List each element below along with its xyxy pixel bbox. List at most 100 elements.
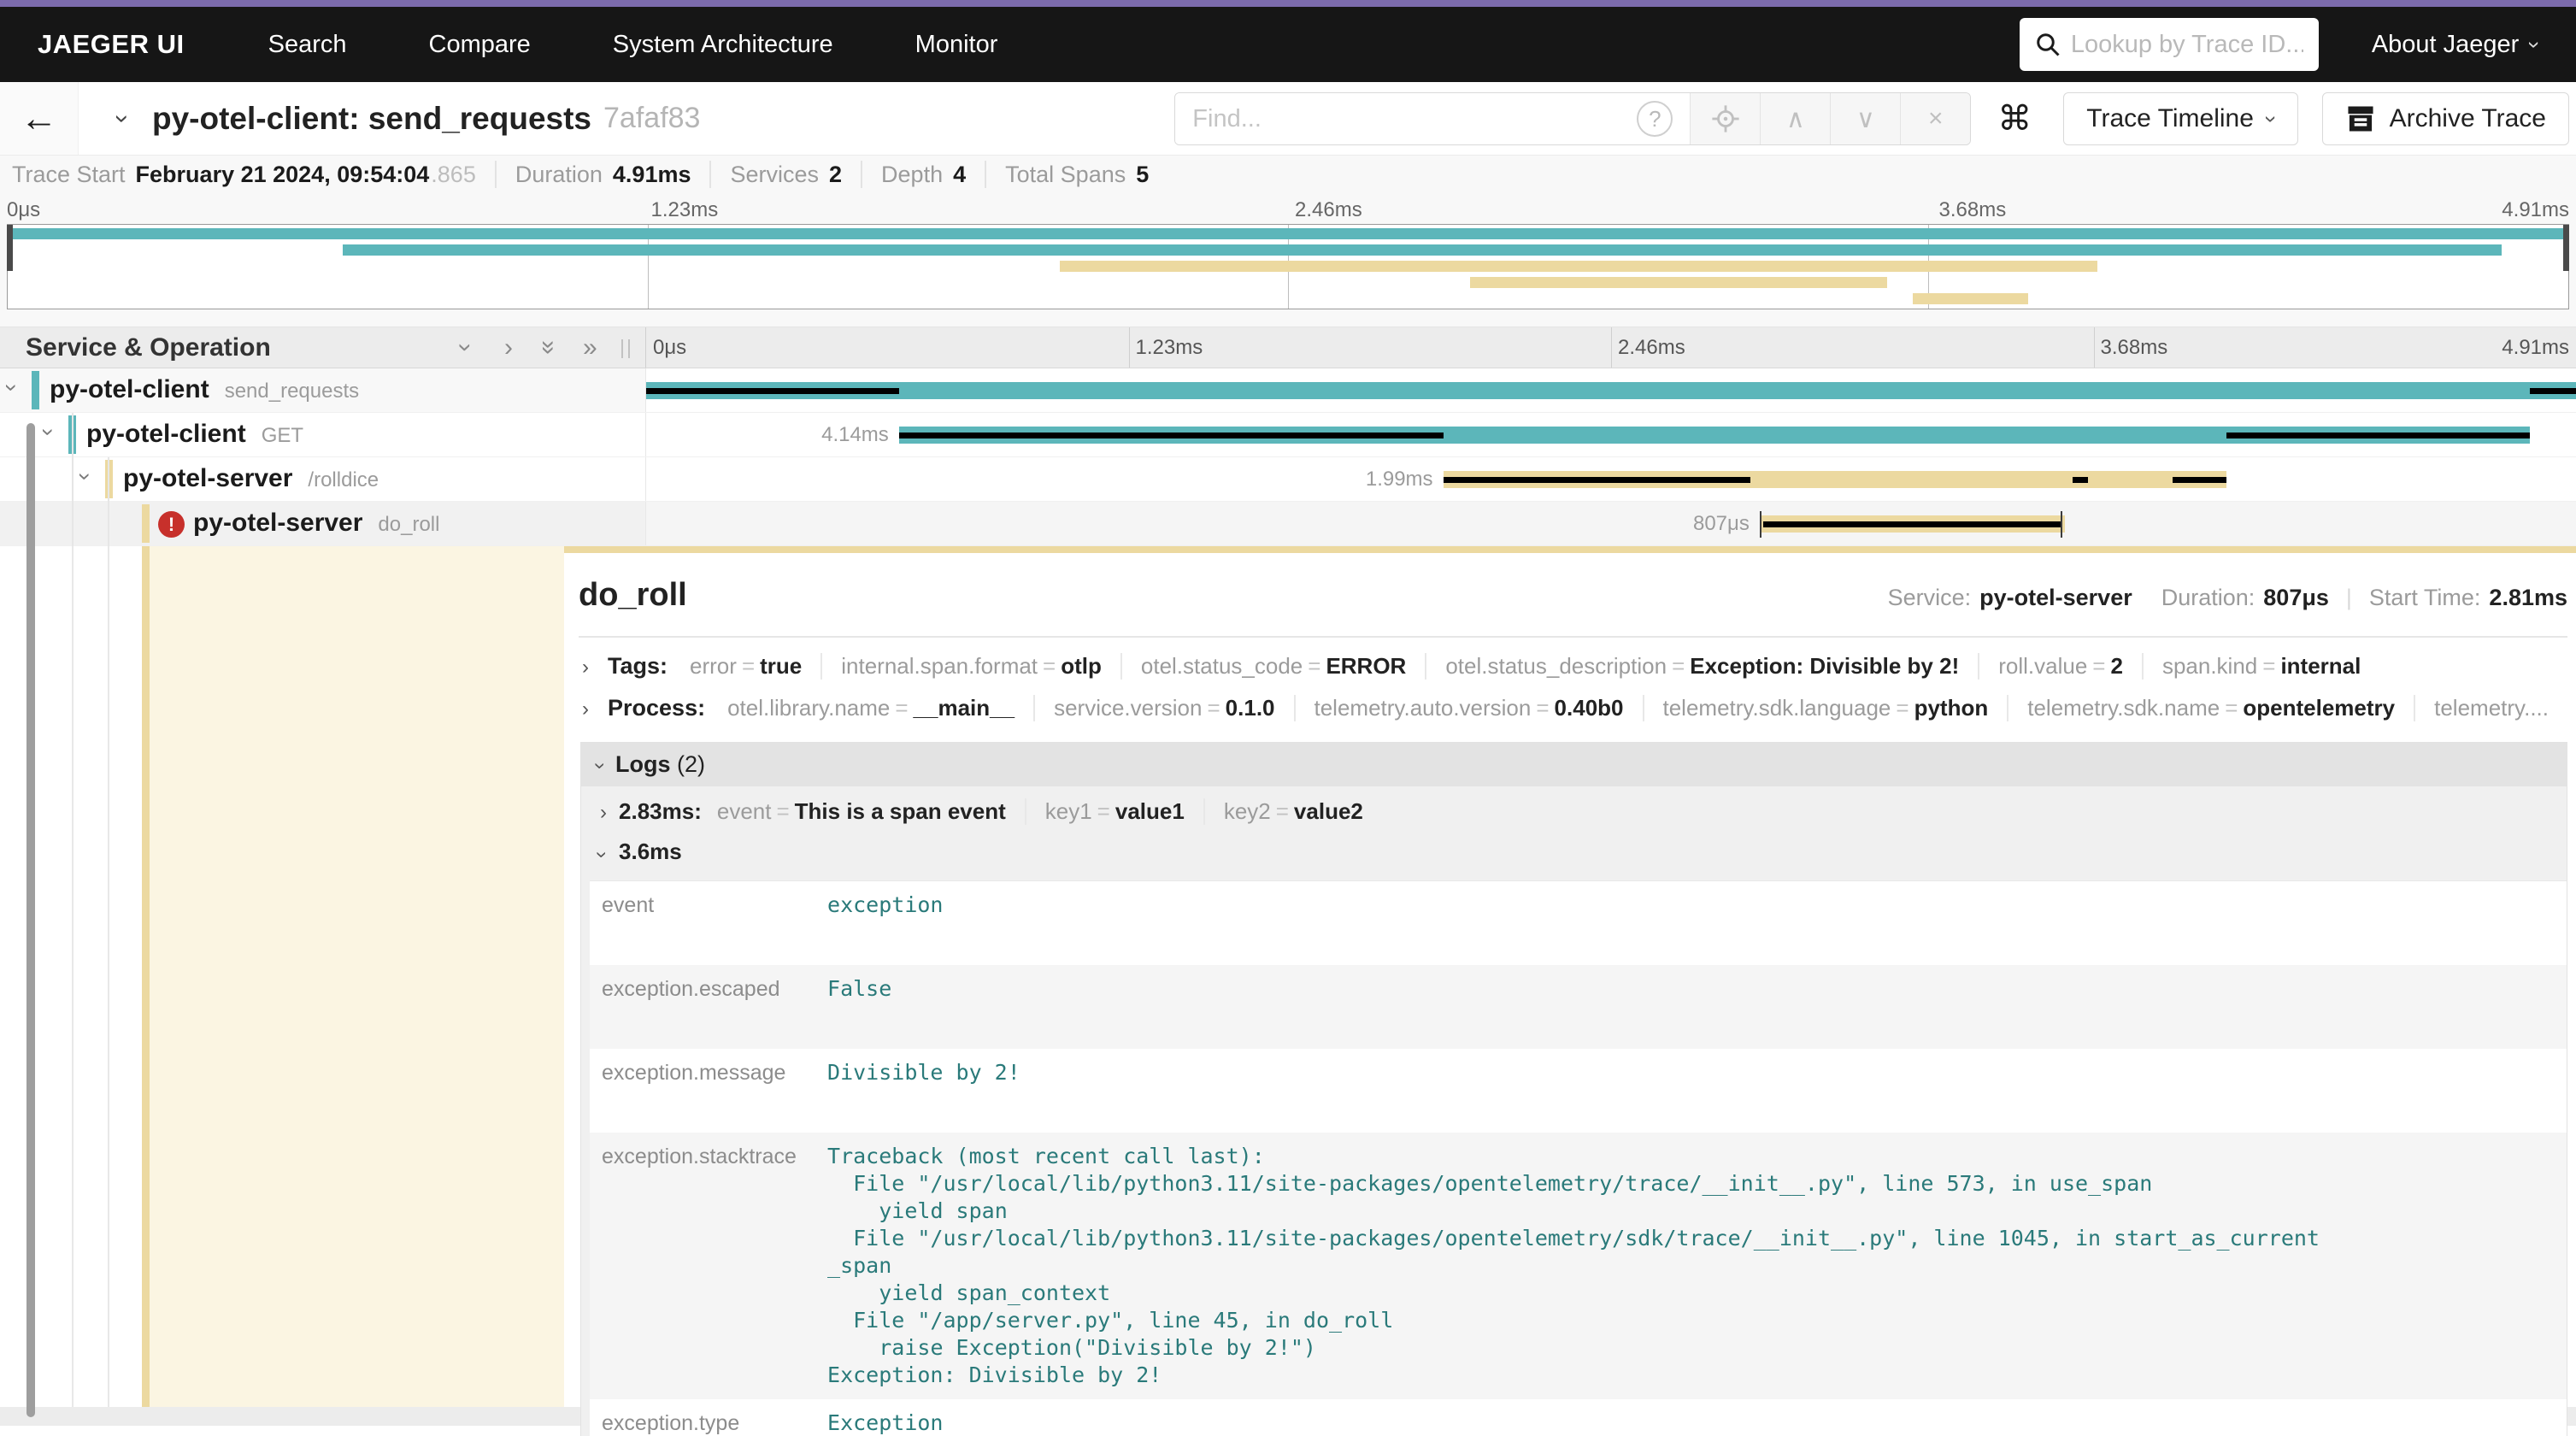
operation-name: /rolldice (308, 468, 379, 491)
process-item[interactable]: telemetry.auto.version=0.40b0 (1296, 695, 1644, 721)
chevron-down-icon[interactable]: › (0, 384, 25, 391)
tick-label: 1.23ms (1136, 336, 1203, 360)
equals-sign: = (1202, 695, 1225, 721)
find-next-button[interactable]: ∨ (1830, 93, 1900, 144)
log-marker[interactable] (2061, 511, 2062, 538)
process-key: otel.library.name (727, 695, 890, 721)
log-table-row[interactable]: exception.stacktraceTraceback (most rece… (590, 1133, 2567, 1399)
find-help-button[interactable]: ? (1620, 93, 1690, 144)
process-item[interactable]: telemetry.sdk.name=opentelemetry (2008, 695, 2415, 721)
tree-guide-line (108, 546, 109, 1407)
app-logo[interactable]: JAEGER UI (38, 29, 185, 60)
tag-item[interactable]: otel.status_description=Exception: Divis… (1426, 653, 1979, 680)
span-name-cell[interactable]: !py-otel-serverdo_roll (0, 502, 646, 545)
chevron-up-icon: ∧ (1786, 104, 1805, 134)
timeline-tick-header: 0μs1.23ms2.46ms3.68ms4.91ms (646, 327, 2576, 368)
collapse-trace-chevron-icon[interactable]: › (108, 115, 137, 123)
process-list: otel.library.name=__main__service.versio… (727, 695, 2567, 721)
critical-path-segment (2073, 477, 2088, 483)
tag-item[interactable]: otel.status_code=ERROR (1122, 653, 1426, 680)
divider (579, 636, 2567, 638)
tag-item[interactable]: span.kind=internal (2144, 653, 2379, 680)
find-prev-button[interactable]: ∧ (1760, 93, 1830, 144)
log-field-key: key2 (1224, 798, 1271, 824)
keyboard-shortcuts-button[interactable]: ⌘ (1990, 92, 2039, 145)
trace-lookup-input[interactable] (2071, 31, 2303, 59)
span-row-do_roll[interactable]: !py-otel-serverdo_roll807μs (0, 502, 2576, 546)
tag-key: internal.span.format (841, 653, 1038, 679)
log-field-item[interactable]: event=This is a span event (717, 798, 1026, 825)
log-table-row[interactable]: exception.messageDivisible by 2! (590, 1049, 2567, 1133)
nav-item-compare[interactable]: Compare (429, 31, 531, 59)
span-detail-header: do_roll Service:py-otel-server Duration:… (579, 577, 2567, 614)
logs-accordion: ›Logs (2) › 2.83ms: event=This is a span… (580, 742, 2567, 1436)
log-entry-collapsed[interactable]: › 2.83ms: event=This is a span eventkey1… (581, 786, 2567, 835)
tag-item[interactable]: internal.span.format=otlp (822, 653, 1122, 680)
log-table-row[interactable]: exception.typeException (590, 1399, 2567, 1436)
process-accordion[interactable]: › Process: otel.library.name=__main__ser… (579, 695, 2567, 721)
span-bar-cell[interactable]: 1.99ms (646, 457, 2576, 501)
process-value: __main__ (914, 695, 1015, 721)
log-field-item[interactable]: key2=value2 (1205, 798, 1382, 825)
process-item[interactable]: otel.library.name=__main__ (727, 695, 1035, 721)
span-name-cell[interactable]: ›py-otel-clientsend_requests (0, 368, 646, 412)
nav-item-system-architecture[interactable]: System Architecture (613, 31, 833, 59)
tick-label: 3.68ms (1939, 198, 2007, 222)
span-row-rolldice[interactable]: ›py-otel-server/rolldice1.99ms (0, 457, 2576, 502)
chevron-down-icon[interactable]: › (35, 428, 62, 436)
span-bar[interactable] (646, 382, 2576, 399)
span-bar-cell[interactable] (646, 368, 2576, 412)
minimap-drag-handle-right[interactable] (2563, 225, 2569, 271)
span-name-cell[interactable]: ›py-otel-clientGET (0, 413, 646, 456)
span-row-GET[interactable]: ›py-otel-clientGET4.14ms (0, 413, 2576, 457)
logs-header[interactable]: ›Logs (2) (581, 743, 2567, 786)
log-table-key: exception.stacktrace (590, 1133, 827, 1399)
span-list-scrollbar[interactable] (26, 423, 35, 1417)
trace-view-selector[interactable]: Trace Timeline › (2063, 92, 2297, 145)
tag-value: otlp (1061, 653, 1102, 679)
span-bar-cell[interactable]: 807μs (646, 502, 2576, 545)
archive-trace-button[interactable]: Archive Trace (2322, 92, 2569, 145)
log-field-item[interactable]: key1=value1 (1026, 798, 1205, 825)
log-table-row[interactable]: eventexception (590, 881, 2567, 965)
find-input[interactable] (1175, 93, 1620, 144)
expand-one-icon[interactable]: › (504, 327, 513, 368)
about-jaeger-menu[interactable]: About Jaeger › (2372, 31, 2538, 59)
nav-item-monitor[interactable]: Monitor (915, 31, 998, 59)
tag-item[interactable]: error=true (690, 653, 822, 680)
tags-accordion[interactable]: › Tags: error=trueinternal.span.format=o… (579, 653, 2567, 680)
span-bar-cell[interactable]: 4.14ms (646, 413, 2576, 456)
span-color-accent (32, 371, 39, 409)
span-stats: Service:py-otel-server Duration:807μs | … (1888, 585, 2567, 611)
tick-label: 0μs (7, 198, 40, 222)
top-nav: JAEGER UI Search Compare System Architectu… (0, 7, 2576, 82)
find-clear-button[interactable]: × (1900, 93, 1970, 144)
process-item[interactable]: telemetry.sdk.language=python (1644, 695, 2009, 721)
span-name-cell[interactable]: ›py-otel-server/rolldice (0, 457, 646, 501)
tick-label: 4.91ms (2502, 198, 2569, 222)
minimap-canvas[interactable] (7, 224, 2569, 309)
chevron-down-icon[interactable]: › (72, 473, 98, 480)
column-resize-handle[interactable] (621, 339, 630, 358)
log-fields: event=This is a span eventkey1=value1key… (717, 798, 1382, 825)
nav-item-search[interactable]: Search (268, 31, 347, 59)
expand-all-icon[interactable]: » (583, 327, 597, 368)
span-name: do_roll (579, 577, 687, 614)
log-marker[interactable] (1760, 511, 1761, 538)
process-key: service.version (1054, 695, 1202, 721)
process-value: python (1914, 695, 1989, 721)
process-item[interactable]: service.version=0.1.0 (1035, 695, 1295, 721)
back-button[interactable]: ← (0, 82, 79, 155)
tag-key: roll.value (1998, 653, 2087, 679)
focus-span-button[interactable] (1690, 93, 1760, 144)
span-row-send_requests[interactable]: ›py-otel-clientsend_requests (0, 368, 2576, 413)
log-table-row[interactable]: exception.escapedFalse (590, 965, 2567, 1049)
trace-lookup-box[interactable] (2020, 18, 2319, 71)
tag-item[interactable]: roll.value=2 (1979, 653, 2144, 680)
collapse-all-icon[interactable]: » (529, 340, 569, 355)
minimap-drag-handle-left[interactable] (7, 225, 13, 271)
collapse-one-icon[interactable]: › (446, 344, 486, 352)
log-entry-expanded[interactable]: › 3.6ms (581, 835, 2567, 875)
process-item[interactable]: telemetry.... (2415, 695, 2567, 721)
log-timestamp: 3.6ms (619, 839, 682, 865)
